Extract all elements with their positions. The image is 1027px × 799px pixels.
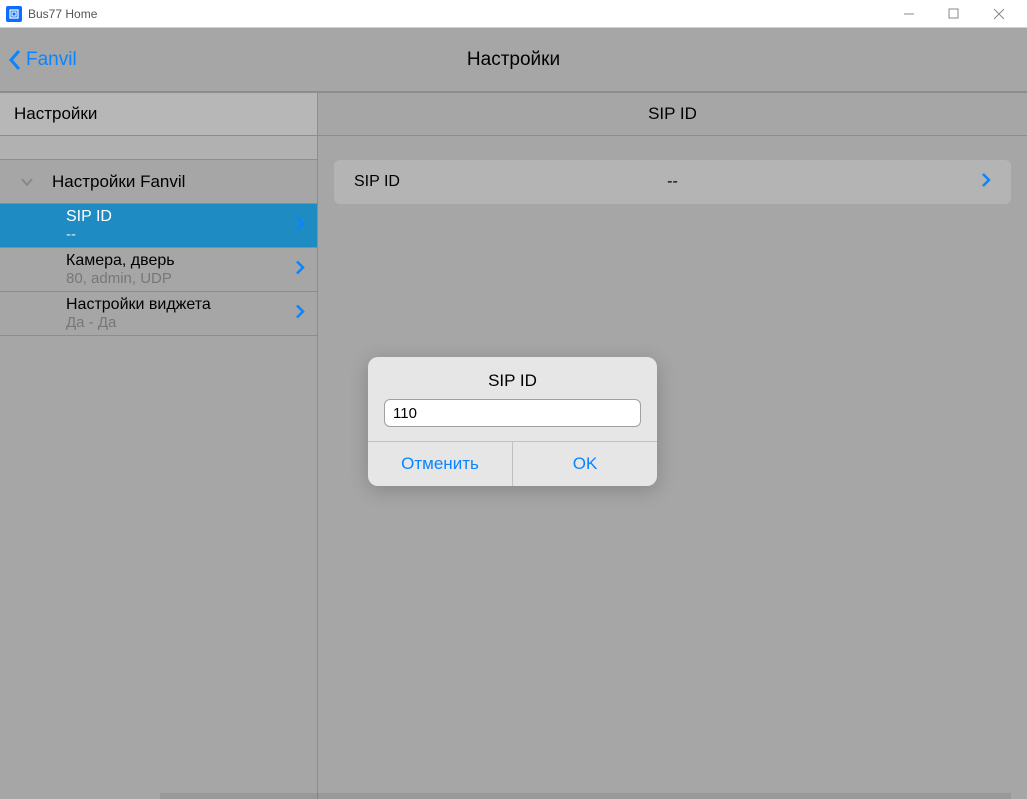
chevron-right-icon xyxy=(295,303,305,324)
scrollbar-horizontal[interactable] xyxy=(160,793,1011,799)
window-minimize-button[interactable] xyxy=(886,0,931,28)
column-headers: Настройки SIP ID xyxy=(0,92,1027,136)
window-close-button[interactable] xyxy=(976,0,1021,28)
chevron-left-icon xyxy=(8,49,22,71)
chevron-right-icon xyxy=(295,215,305,236)
sidebar-item-subtitle: -- xyxy=(66,226,112,244)
window-titlebar: Bus77 Home xyxy=(0,0,1027,28)
cancel-button-label: Отменить xyxy=(401,454,479,474)
chevron-down-icon xyxy=(20,172,34,192)
window-controls xyxy=(886,0,1021,28)
chevron-right-icon xyxy=(295,259,305,280)
sidebar-item-title: Камера, дверь xyxy=(66,251,175,270)
sidebar-section-header[interactable]: Настройки Fanvil xyxy=(0,160,317,204)
chevron-right-icon xyxy=(981,172,991,193)
column-header-settings: Настройки xyxy=(0,92,318,136)
sidebar-item-title: Настройки виджета xyxy=(66,295,211,314)
sidebar-item-subtitle: 80, admin, UDP xyxy=(66,270,175,288)
back-button[interactable]: Fanvil xyxy=(0,49,77,71)
sidebar: Настройки Fanvil SIP ID -- Камера, дверь… xyxy=(0,136,318,799)
detail-row-sip-id[interactable]: SIP ID -- xyxy=(334,160,1011,204)
top-nav: Fanvil Настройки xyxy=(0,28,1027,92)
dialog-title: SIP ID xyxy=(368,357,657,399)
window-maximize-button[interactable] xyxy=(931,0,976,28)
sidebar-spacer xyxy=(0,136,317,160)
cancel-button[interactable]: Отменить xyxy=(368,442,513,486)
ok-button-label: OK xyxy=(573,454,598,474)
sidebar-item-sip-id[interactable]: SIP ID -- xyxy=(0,204,317,248)
app-icon xyxy=(6,6,22,22)
sidebar-section-title: Настройки Fanvil xyxy=(52,172,185,192)
column-header-sipid: SIP ID xyxy=(318,92,1027,136)
detail-value: -- xyxy=(667,173,678,191)
detail-label: SIP ID xyxy=(354,173,400,191)
sidebar-item-camera-door[interactable]: Камера, дверь 80, admin, UDP xyxy=(0,248,317,292)
back-button-label: Fanvil xyxy=(26,49,77,71)
window-title: Bus77 Home xyxy=(28,7,886,21)
sip-id-input[interactable] xyxy=(384,399,641,427)
sidebar-item-subtitle: Да - Да xyxy=(66,314,211,332)
ok-button[interactable]: OK xyxy=(513,442,657,486)
sidebar-item-widget-settings[interactable]: Настройки виджета Да - Да xyxy=(0,292,317,336)
page-title: Настройки xyxy=(467,49,560,71)
sidebar-item-title: SIP ID xyxy=(66,207,112,226)
dialog-sip-id: SIP ID Отменить OK xyxy=(368,357,657,486)
